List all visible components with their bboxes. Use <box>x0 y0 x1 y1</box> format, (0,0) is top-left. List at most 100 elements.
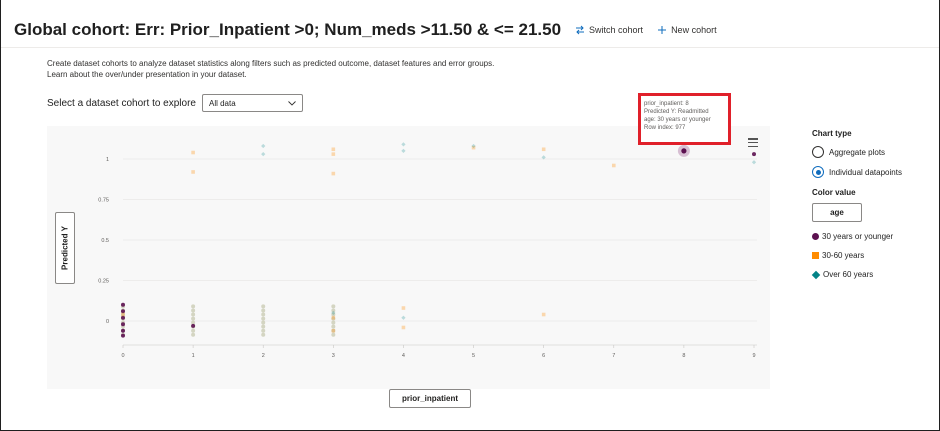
data-point <box>261 312 266 317</box>
data-point <box>191 170 195 174</box>
data-point <box>191 312 196 317</box>
data-point <box>261 308 266 313</box>
data-point <box>541 147 546 152</box>
description-text: Create dataset cohorts to analyze datase… <box>47 59 495 79</box>
highlighted-data-point <box>681 148 687 154</box>
switch-icon <box>576 25 585 35</box>
legend-item[interactable]: 30 years or younger <box>812 232 922 241</box>
y-axis-label: Predicted Y <box>60 226 70 270</box>
data-point <box>191 328 196 333</box>
data-point <box>191 323 196 328</box>
data-point <box>191 316 196 321</box>
legend-item[interactable]: 30-60 years <box>812 251 922 260</box>
data-point <box>331 147 336 152</box>
switch-cohort-label: Switch cohort <box>589 25 644 35</box>
data-point <box>261 152 266 157</box>
x-tick-label: 9 <box>752 353 755 359</box>
chart-type-heading: Chart type <box>812 129 852 138</box>
data-point <box>121 328 125 333</box>
x-tick-label: 1 <box>192 353 195 359</box>
x-tick-label: 3 <box>332 353 335 359</box>
data-point <box>331 332 336 337</box>
x-tick-label: 0 <box>121 353 124 359</box>
data-point <box>121 322 125 327</box>
cohort-select-label: Select a dataset cohort to explore <box>47 97 196 109</box>
data-point <box>261 143 266 149</box>
data-point <box>331 324 336 329</box>
radio-individual-datapoints[interactable]: Individual datapoints <box>812 166 922 178</box>
scatter-chart[interactable]: 0 0.25 0.5 0.75 1 0 1 2 3 4 5 6 7 8 9 <box>47 126 770 389</box>
x-tick-label: 2 <box>262 353 265 359</box>
data-point <box>191 304 196 309</box>
data-point <box>401 325 406 330</box>
x-tick-label: 8 <box>682 353 685 359</box>
chart-menu-icon[interactable] <box>748 138 758 149</box>
y-tick-label: 1 <box>106 157 109 163</box>
new-cohort-label: New cohort <box>671 25 717 35</box>
page-title: Global cohort: Err: Prior_Inpatient >0; … <box>14 20 562 39</box>
circle-marker-icon <box>812 233 819 240</box>
data-point <box>121 309 125 314</box>
x-tick-label: 5 <box>472 353 475 359</box>
data-point <box>261 316 266 321</box>
data-point <box>121 312 125 317</box>
data-point <box>261 332 266 337</box>
data-point <box>401 142 406 147</box>
color-value-button[interactable]: age <box>812 203 862 222</box>
data-point <box>261 324 266 329</box>
cohort-dropdown-value: All data <box>208 98 236 108</box>
cohort-select-row: Select a dataset cohort to explore All d… <box>47 94 303 112</box>
y-tick-label: 0.5 <box>101 238 109 244</box>
data-point <box>191 332 196 337</box>
new-cohort-button[interactable]: New cohort <box>657 25 717 35</box>
chart-tooltip: prior_inpatient: 8 Predicted Y: Readmitt… <box>638 93 731 145</box>
page-header: Global cohort: Err: Prior_Inpatient >0; … <box>14 17 717 43</box>
data-point <box>191 308 196 313</box>
data-point <box>261 304 266 309</box>
legend-label: Over 60 years <box>823 270 874 279</box>
data-point <box>261 320 266 325</box>
switch-cohort-button[interactable]: Switch cohort <box>575 25 643 35</box>
data-point <box>331 171 336 176</box>
y-tick-label: 0 <box>106 319 109 325</box>
x-axis-button[interactable]: prior_inpatient <box>389 389 471 408</box>
y-tick-label: 0.75 <box>98 198 109 204</box>
data-point <box>751 160 757 165</box>
color-value-label: age <box>830 208 844 217</box>
data-point <box>752 152 756 157</box>
tooltip-line: age: 30 years or younger <box>644 117 711 123</box>
data-point <box>541 312 546 317</box>
tooltip-line: Predicted Y: Readmitted <box>644 109 709 115</box>
plus-icon <box>658 26 667 34</box>
data-point <box>331 304 336 309</box>
data-point <box>401 315 406 320</box>
legend-label: 30-60 years <box>822 251 865 260</box>
color-value-heading: Color value <box>812 188 856 197</box>
tooltip-line: prior_inpatient: 8 <box>644 101 689 107</box>
x-tick-label: 4 <box>402 353 405 359</box>
data-point <box>401 148 406 154</box>
cohort-dropdown[interactable]: All data <box>201 94 303 112</box>
y-axis-button[interactable]: Predicted Y <box>55 212 75 284</box>
data-point <box>611 163 616 168</box>
header-divider <box>1 47 939 48</box>
x-tick-label: 6 <box>542 353 545 359</box>
legend-item[interactable]: Over 60 years <box>811 270 922 279</box>
data-point <box>191 150 195 155</box>
chart-panel: 0 0.25 0.5 0.75 1 0 1 2 3 4 5 6 7 8 9 <box>47 126 770 389</box>
square-marker-icon <box>812 252 819 259</box>
data-point <box>121 302 125 307</box>
x-tick-label: 7 <box>612 353 615 359</box>
data-point <box>331 328 336 333</box>
data-point <box>331 152 336 156</box>
radio-label: Aggregate plots <box>829 147 886 157</box>
data-point <box>401 306 406 310</box>
legend-label: 30 years or younger <box>822 232 894 241</box>
radio-aggregate-plots[interactable]: Aggregate plots <box>812 146 922 158</box>
chart-settings-panel: Chart type Aggregate plots Individual da… <box>811 129 922 279</box>
data-point <box>331 320 336 325</box>
data-point <box>261 328 266 333</box>
x-axis-label: prior_inpatient <box>401 394 458 403</box>
data-point <box>121 333 125 338</box>
radio-label: Individual datapoints <box>829 167 902 177</box>
